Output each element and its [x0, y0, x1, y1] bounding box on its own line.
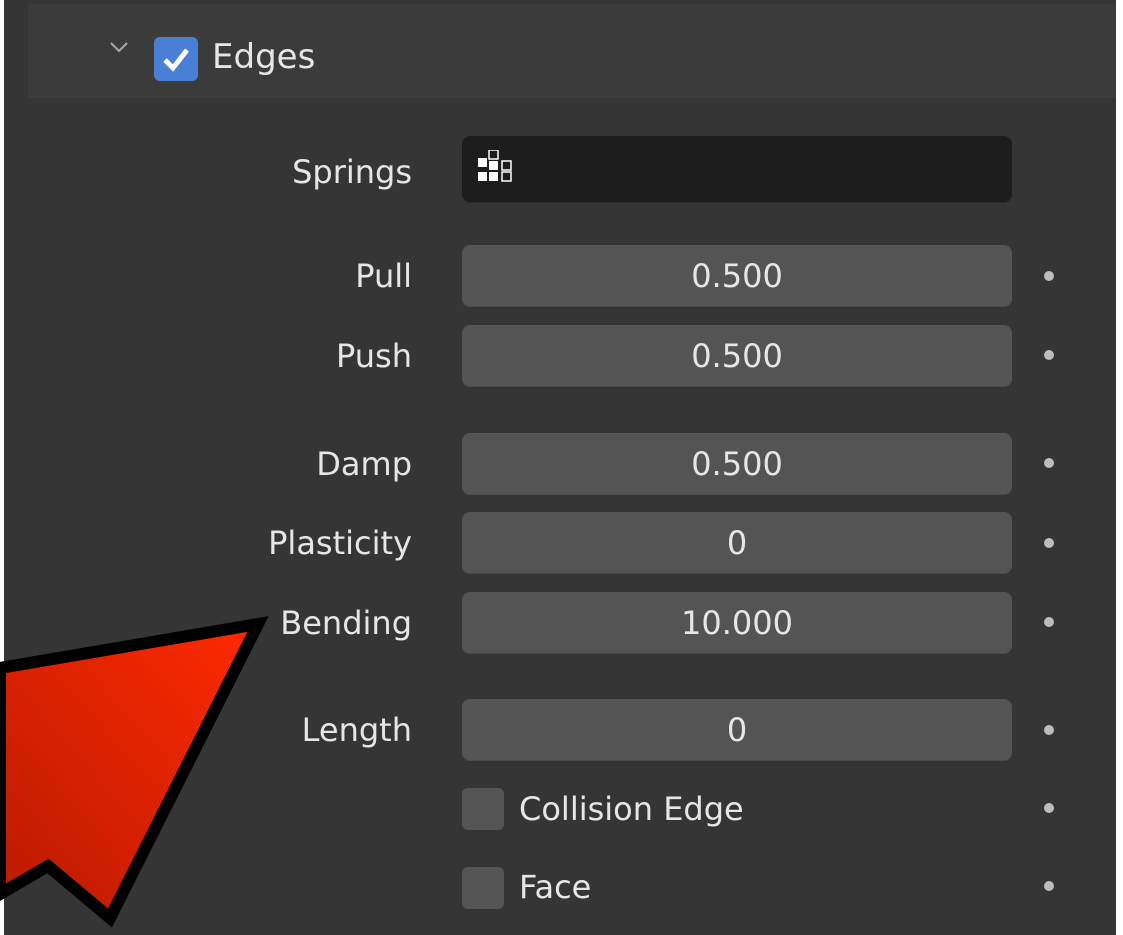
damp-keyframe-dot[interactable] — [1044, 458, 1054, 468]
checkmark-icon — [163, 48, 189, 72]
face-label[interactable]: Face — [519, 862, 591, 912]
push-keyframe-dot[interactable] — [1044, 350, 1054, 360]
bending-keyframe-dot[interactable] — [1044, 617, 1054, 627]
length-keyframe-dot[interactable] — [1044, 725, 1054, 735]
bending-field[interactable]: 10.000 — [462, 592, 1012, 654]
properties-panel: Edges Springs Pull 0.500 Push 0.500 Damp… — [4, 0, 1116, 935]
damp-label: Damp — [316, 445, 412, 483]
push-field[interactable]: 0.500 — [462, 325, 1012, 387]
pull-field[interactable]: 0.500 — [462, 245, 1012, 307]
plasticity-label: Plasticity — [268, 524, 412, 562]
length-label: Length — [301, 711, 412, 749]
damp-field[interactable]: 0.500 — [462, 433, 1012, 495]
pull-keyframe-dot[interactable] — [1044, 271, 1054, 281]
panel-title: Edges — [212, 37, 316, 77]
collision-edge-label[interactable]: Collision Edge — [519, 784, 744, 834]
face-keyframe-dot[interactable] — [1044, 881, 1054, 891]
chevron-down-icon[interactable] — [108, 36, 130, 58]
pull-label: Pull — [355, 257, 412, 295]
springs-label: Springs — [292, 153, 412, 191]
plasticity-field[interactable]: 0 — [462, 512, 1012, 574]
springs-vertex-group-field[interactable] — [462, 136, 1012, 202]
collision-edge-keyframe-dot[interactable] — [1044, 803, 1054, 813]
collision-edge-checkbox[interactable] — [462, 788, 504, 830]
length-field[interactable]: 0 — [462, 699, 1012, 761]
push-label: Push — [336, 337, 412, 375]
bending-label: Bending — [280, 604, 412, 642]
vertex-group-icon — [478, 150, 512, 182]
face-checkbox[interactable] — [462, 867, 504, 909]
plasticity-keyframe-dot[interactable] — [1044, 538, 1054, 548]
edges-enable-checkbox[interactable] — [154, 37, 198, 81]
